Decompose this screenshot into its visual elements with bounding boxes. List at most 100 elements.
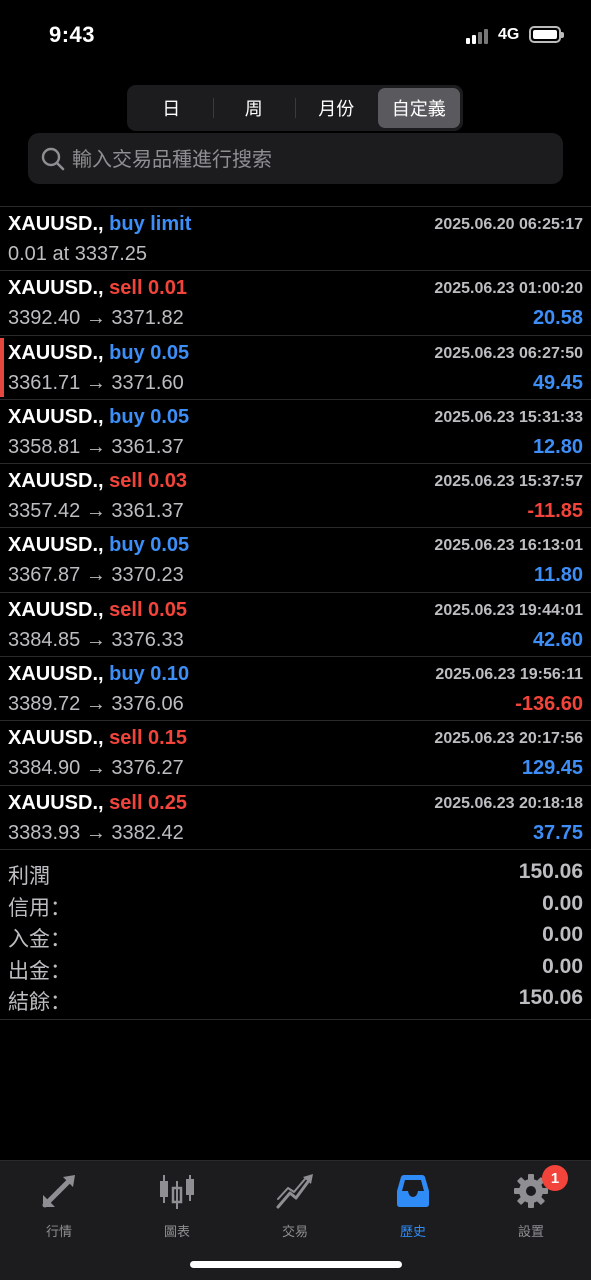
deal-prices: 3358.81 → 3361.37	[8, 435, 184, 458]
deal-prices: 3392.40 → 3371.82	[8, 307, 184, 330]
summary-label: 出金：	[8, 958, 71, 983]
deal-type: buy limit	[109, 213, 192, 235]
deal-profit: 12.80	[532, 435, 583, 458]
status-time: 9:43	[49, 22, 96, 47]
deal-prices: 3384.85 → 3376.33	[8, 628, 184, 651]
account-summary: 利潤 150.06 信用： 0.00 入金： 0.00 出金： 0.00 結餘：…	[0, 857, 591, 1020]
deal-type: sell 0.25	[109, 791, 187, 814]
deal-profit: -136.60	[515, 693, 583, 716]
deal-prices: 3357.42 → 3361.37	[8, 500, 184, 523]
deal-symbol: XAUUSD.,	[8, 727, 104, 750]
deal-time: 2025.06.23 20:18:18	[434, 794, 583, 812]
deal-prices: 3367.87 → 3370.23	[8, 564, 184, 587]
deal-row[interactable]: XAUUSD., sell 0.15 2025.06.23 20:17:56 3…	[0, 721, 591, 786]
deal-symbol-line: XAUUSD., sell 0.03	[8, 470, 187, 493]
summary-row-profit: 利潤 150.06	[0, 857, 591, 889]
period-segmented-control: 日 周 月份 自定義	[127, 85, 463, 131]
deal-time: 2025.06.23 15:37:57	[434, 473, 583, 491]
deal-type: sell 0.15	[109, 727, 187, 750]
deal-symbol-line: XAUUSD., sell 0.01	[8, 277, 187, 300]
tab-history[interactable]: 歷史	[354, 1169, 472, 1240]
summary-value: 0.00	[542, 923, 583, 946]
deal-prices: 3361.71 → 3371.60	[8, 371, 184, 394]
deal-row[interactable]: XAUUSD., sell 0.05 2025.06.23 19:44:01 3…	[0, 593, 591, 658]
trade-trend-icon	[276, 1174, 313, 1209]
tab-label: 圖表	[163, 1225, 190, 1240]
deal-row[interactable]: XAUUSD., buy 0.05 2025.06.23 16:13:01 33…	[0, 528, 591, 593]
deal-row[interactable]: XAUUSD., sell 0.03 2025.06.23 15:37:57 3…	[0, 464, 591, 529]
deal-symbol: XAUUSD.,	[8, 213, 104, 235]
deal-symbol: XAUUSD.,	[8, 663, 104, 686]
deal-row[interactable]: XAUUSD., sell 0.01 2025.06.23 01:00:20 3…	[0, 271, 591, 336]
deal-symbol: XAUUSD.,	[8, 534, 104, 557]
quotes-arrows-icon	[42, 1175, 75, 1208]
deal-time: 2025.06.23 19:44:01	[434, 601, 583, 619]
period-tab-custom[interactable]: 自定義	[377, 88, 460, 128]
tab-label: 設置	[517, 1225, 544, 1240]
search-icon	[41, 147, 65, 171]
deal-symbol-line: XAUUSD., buy 0.05	[8, 406, 189, 429]
deal-row[interactable]: XAUUSD., sell 0.25 2025.06.23 20:18:18 3…	[0, 786, 591, 850]
deal-symbol: XAUUSD.,	[8, 341, 104, 364]
summary-label: 利潤	[8, 864, 50, 888]
tab-quotes[interactable]: 行情	[0, 1169, 118, 1240]
deal-symbol: XAUUSD.,	[8, 598, 104, 621]
deal-row[interactable]: XAUUSD., buy 0.05 2025.06.23 06:27:50 33…	[0, 336, 591, 400]
battery-icon	[529, 26, 564, 43]
deal-symbol: XAUUSD.,	[8, 470, 104, 493]
deal-symbol: XAUUSD.,	[8, 791, 104, 814]
deal-time: 2025.06.23 15:31:33	[434, 408, 583, 426]
deal-type: buy 0.10	[109, 663, 190, 686]
deal-symbol-line: XAUUSD., buy 0.05	[8, 534, 189, 557]
summary-label: 信用：	[8, 895, 71, 920]
deal-symbol-line: XAUUSD., sell 0.05	[8, 599, 187, 622]
period-tab-month[interactable]: 月份	[295, 88, 378, 128]
summary-value: 150.06	[518, 986, 583, 1009]
deal-symbol-line: XAUUSD., buy limit	[8, 213, 191, 236]
deal-time: 2025.06.23 06:27:50	[434, 344, 583, 362]
deal-symbol-line: XAUUSD., sell 0.15	[8, 727, 187, 750]
period-tab-week[interactable]: 周	[212, 88, 296, 128]
deal-type: buy 0.05	[109, 341, 190, 364]
deal-symbol-line: XAUUSD., sell 0.25	[8, 792, 187, 815]
deal-time: 2025.06.23 16:13:01	[434, 537, 583, 555]
deal-symbol: XAUUSD.,	[8, 405, 104, 428]
deal-symbol-line: XAUUSD., buy 0.10	[8, 663, 189, 686]
deal-prices: 3384.90 → 3376.27	[8, 757, 184, 780]
deal-type: buy 0.05	[109, 534, 190, 557]
deal-row[interactable]: XAUUSD., buy 0.10 2025.06.23 19:56:11 33…	[0, 657, 591, 722]
summary-value: 0.00	[542, 891, 583, 915]
deal-profit: 20.58	[532, 307, 583, 330]
tab-label: 歷史	[399, 1225, 426, 1240]
summary-value: 150.06	[518, 860, 583, 883]
deal-profit: 37.75	[532, 821, 583, 844]
deal-profit: -11.85	[527, 500, 583, 523]
deal-type: sell 0.01	[109, 277, 187, 300]
summary-row-credit: 信用： 0.00	[0, 889, 591, 921]
deal-time: 2025.06.20 06:25:17	[434, 216, 583, 233]
deal-type: sell 0.05	[109, 598, 187, 621]
tab-trade[interactable]: 交易	[236, 1169, 354, 1240]
deal-symbol: XAUUSD.,	[8, 277, 104, 300]
tab-settings[interactable]: 1 設置	[472, 1165, 590, 1240]
deal-time: 2025.06.23 01:00:20	[434, 280, 583, 298]
period-tab-day[interactable]: 日	[130, 88, 213, 128]
deal-symbol-line: XAUUSD., buy 0.05	[8, 342, 189, 365]
notification-badge: 1	[542, 1165, 568, 1191]
deal-row[interactable]: XAUUSD., buy 0.05 2025.06.23 15:31:33 33…	[0, 400, 591, 465]
home-indicator	[190, 1261, 402, 1268]
deal-profit: 42.60	[532, 628, 583, 651]
summary-label: 入金：	[8, 927, 71, 951]
candlestick-chart-icon	[160, 1175, 194, 1209]
tab-label: 交易	[281, 1225, 308, 1240]
summary-value: 0.00	[542, 954, 583, 978]
summary-row-withdrawal: 出金： 0.00	[0, 952, 591, 984]
tab-charts[interactable]: 圖表	[118, 1169, 236, 1240]
deal-row[interactable]: XAUUSD., buy limit 2025.06.20 06:25:17 0…	[0, 207, 591, 272]
deal-profit: 49.45	[532, 371, 583, 394]
search-input[interactable]	[72, 133, 552, 184]
deal-type: buy 0.05	[109, 405, 190, 428]
deal-list: XAUUSD., buy limit 2025.06.20 06:25:17 0…	[0, 206, 591, 850]
deal-prices: 3383.93 → 3382.42	[8, 821, 184, 844]
cellular-signal-icon	[466, 28, 492, 44]
